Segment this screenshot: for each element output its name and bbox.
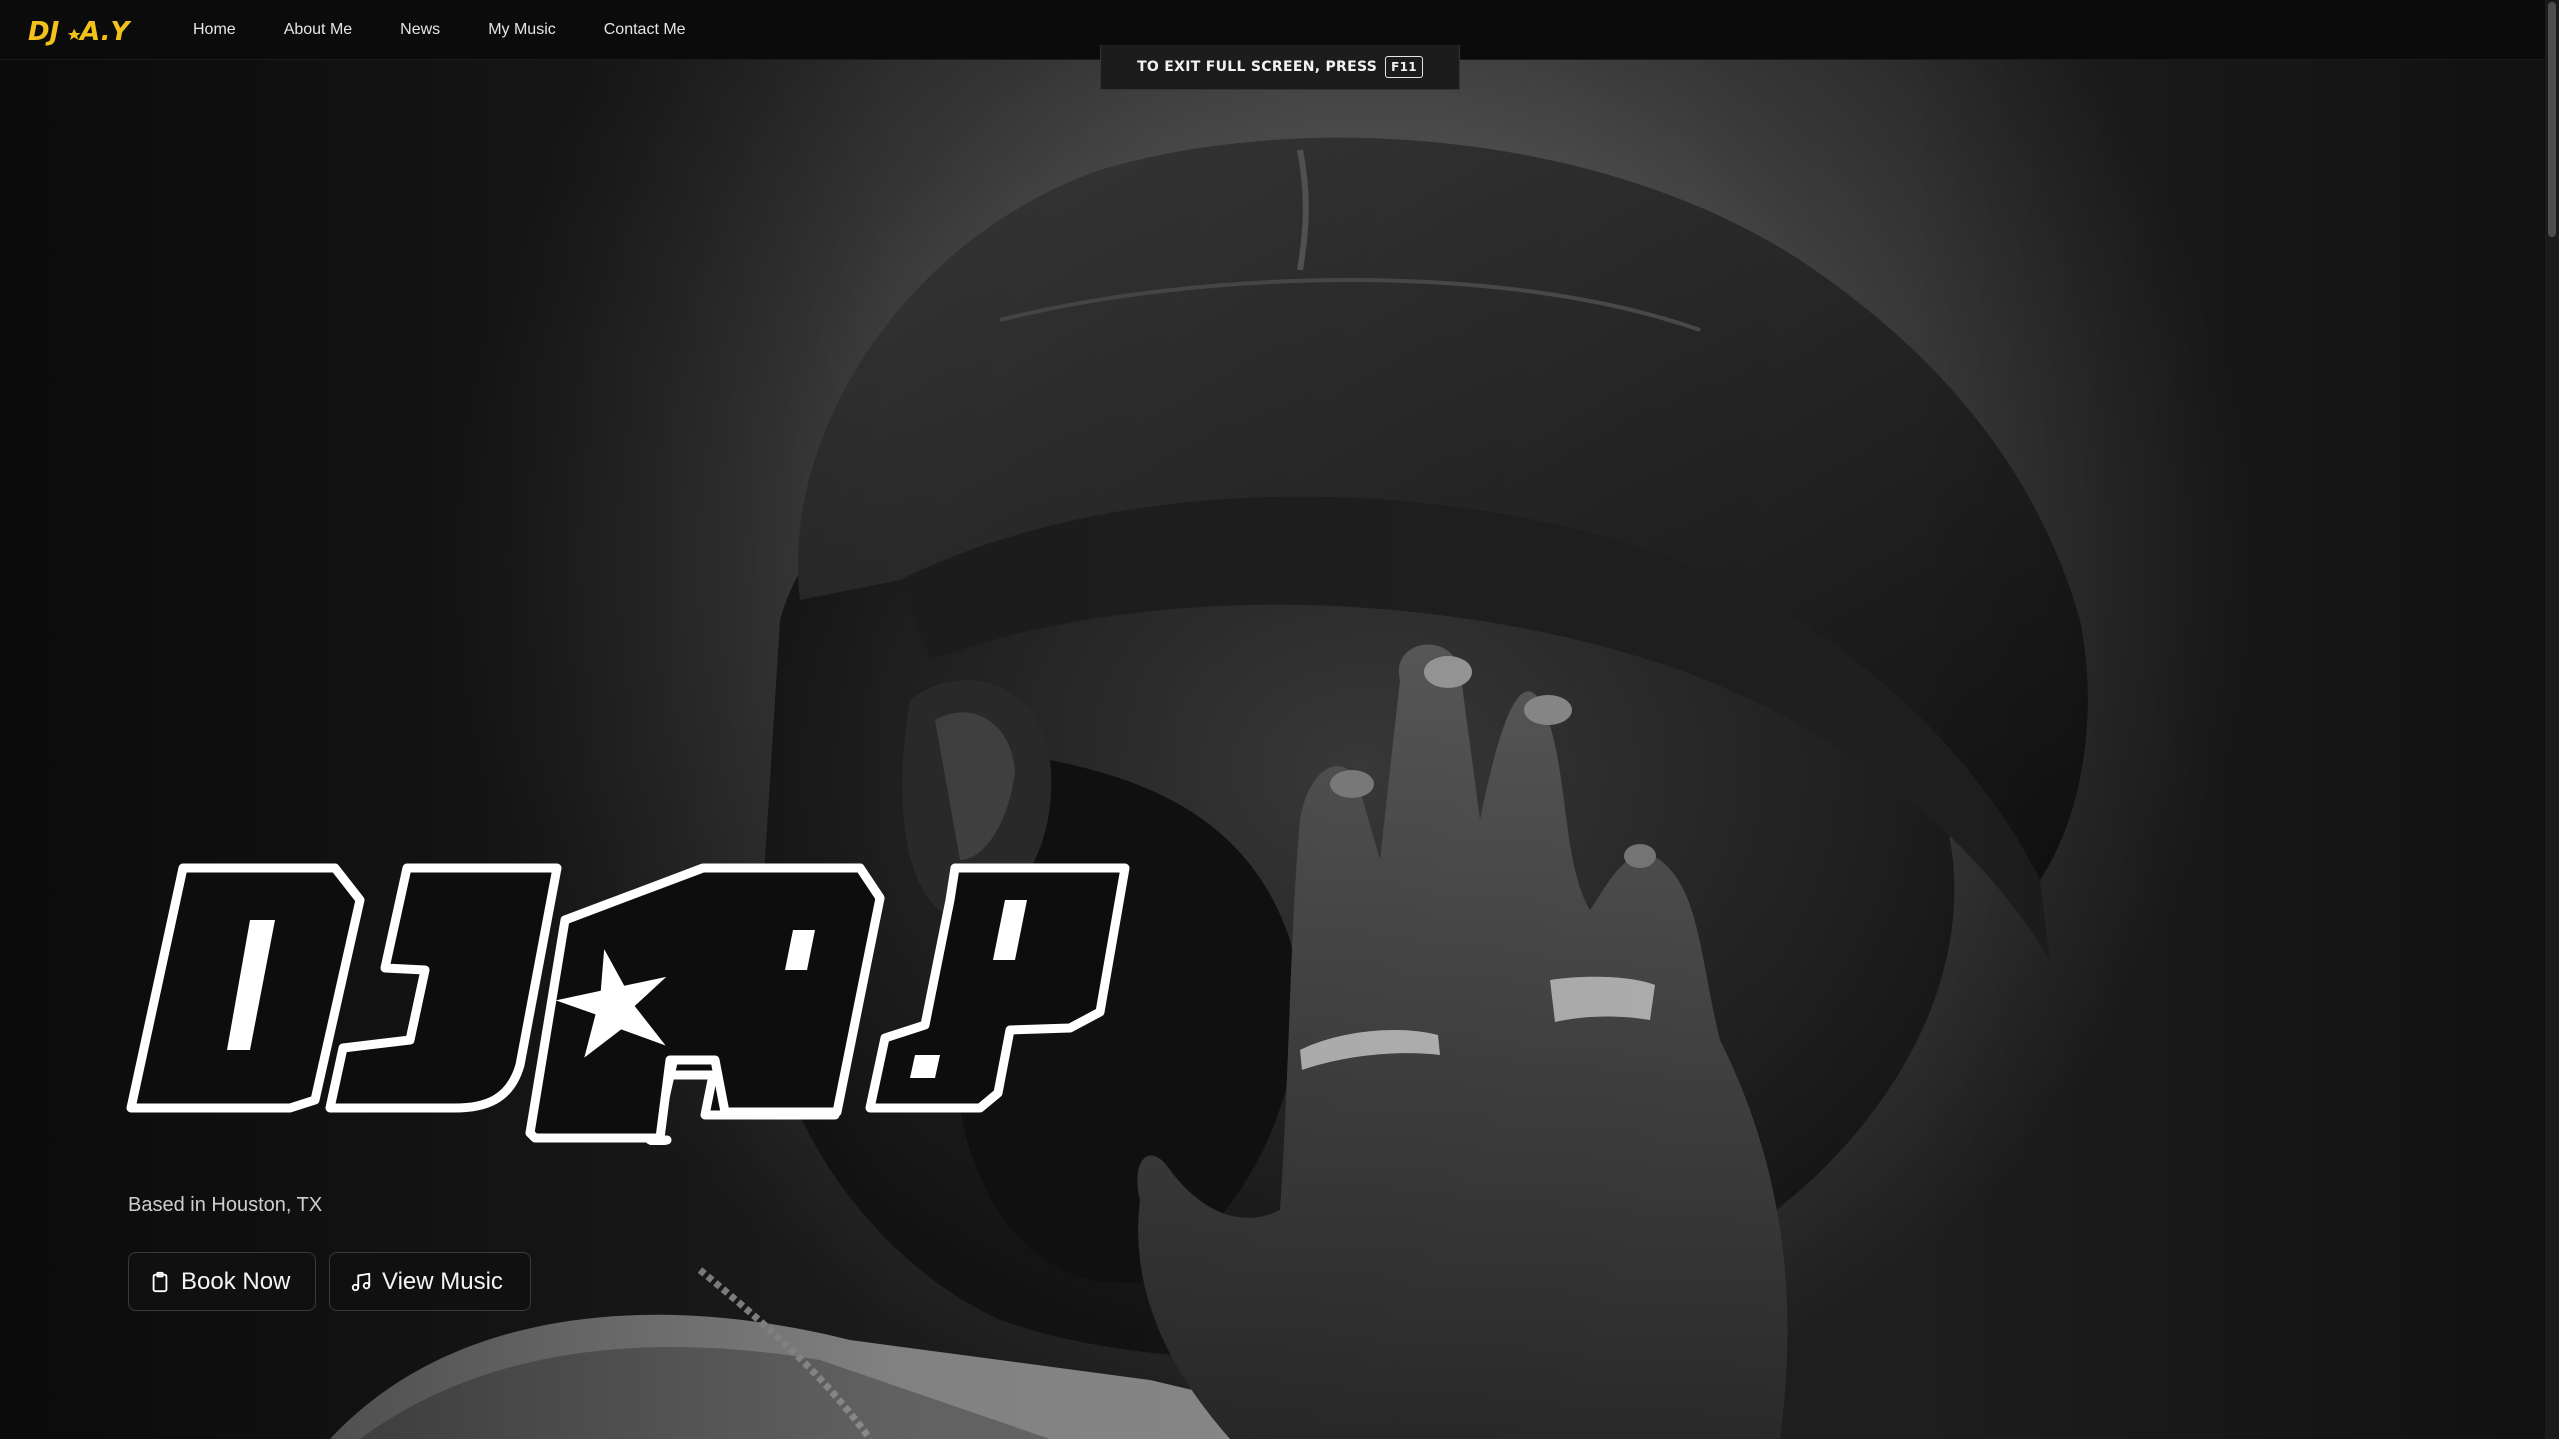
scrollbar-thumb[interactable] xyxy=(2548,2,2556,237)
nav-links: Home About Me News My Music Contact Me xyxy=(193,0,734,60)
nav-link-home[interactable]: Home xyxy=(193,21,236,39)
nav-link-contact[interactable]: Contact Me xyxy=(604,21,686,39)
page-scrollbar[interactable] xyxy=(2545,0,2559,1439)
nav-link-about[interactable]: About Me xyxy=(284,21,352,39)
hero-photo-illustration xyxy=(0,60,2545,1439)
nav-link-music[interactable]: My Music xyxy=(488,21,556,39)
hero-background-photo xyxy=(0,60,2545,1439)
brand-logo[interactable]: DJ A.Y xyxy=(28,12,132,48)
clipboard-icon xyxy=(152,1271,168,1292)
f11-key-badge: F11 xyxy=(1385,56,1423,78)
view-music-button[interactable]: View Music xyxy=(329,1252,531,1311)
view-music-label: View Music xyxy=(382,1267,503,1295)
location-tagline: Based in Houston, TX xyxy=(128,1194,323,1216)
fullscreen-exit-notice: TO EXIT FULL SCREEN, PRESS F11 xyxy=(1100,45,1460,90)
book-now-label: Book Now xyxy=(181,1267,291,1295)
fullscreen-notice-text: TO EXIT FULL SCREEN, PRESS xyxy=(1137,59,1378,75)
music-note-icon xyxy=(351,1272,371,1291)
hero-logo xyxy=(126,863,1130,1145)
nav-link-news[interactable]: News xyxy=(400,21,440,39)
page: DJ A.Y Home About Me News My Music Conta… xyxy=(0,0,2559,1439)
svg-text:A.Y: A.Y xyxy=(78,17,132,47)
book-now-button[interactable]: Book Now xyxy=(128,1252,316,1311)
svg-text:DJ: DJ xyxy=(28,17,60,47)
